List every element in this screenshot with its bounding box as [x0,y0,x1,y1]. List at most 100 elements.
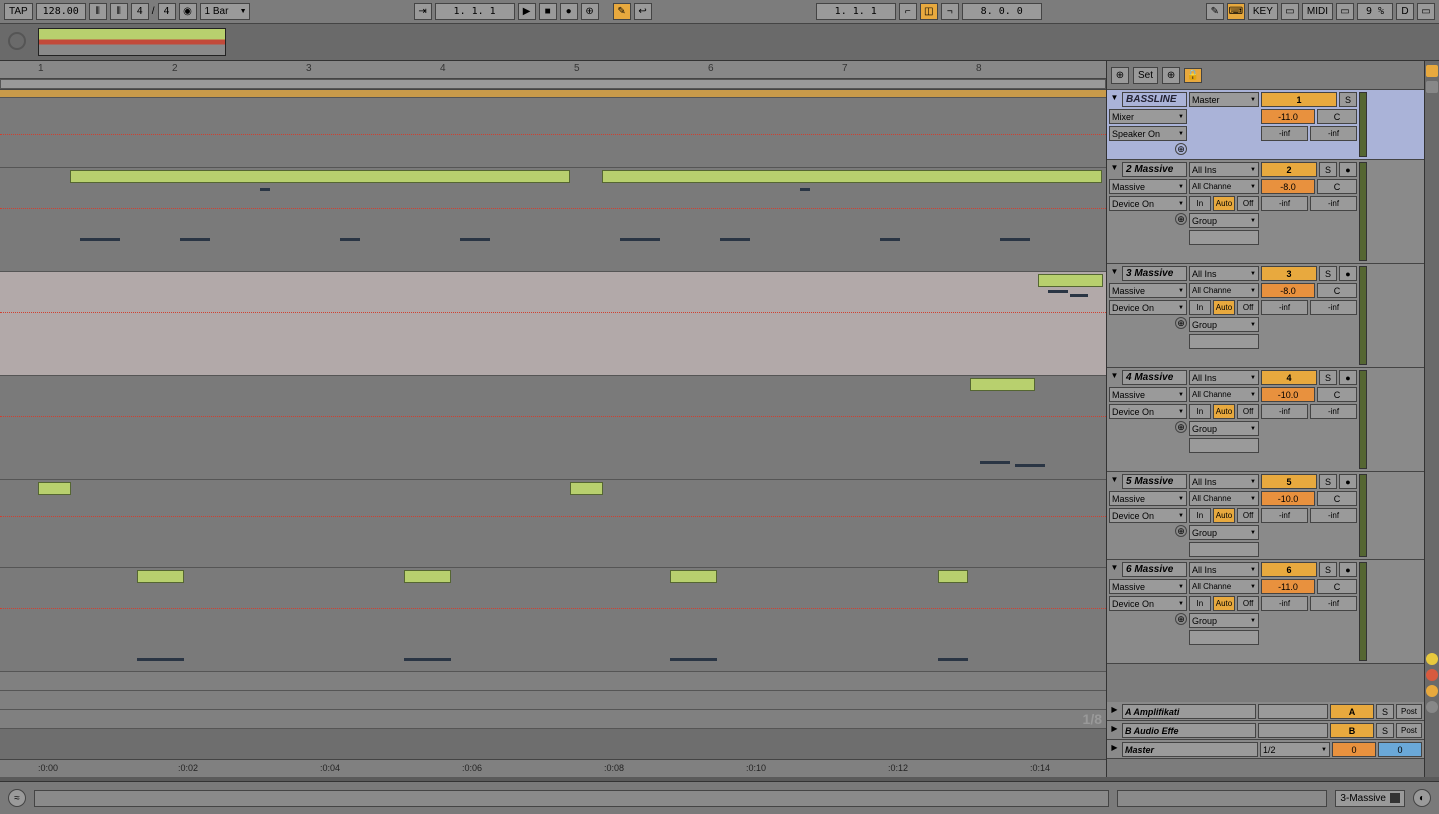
punch-in-button[interactable]: ⌐ [899,3,917,20]
follow-button[interactable]: ⇥ [414,3,432,20]
output-channel[interactable] [1189,334,1259,349]
monitor-auto-button[interactable]: Auto [1213,300,1235,315]
midi-clip[interactable] [938,570,968,583]
solo-button[interactable]: S [1319,562,1337,577]
track-title[interactable]: 5 Massive [1122,474,1187,489]
track-title[interactable]: 6 Massive [1122,562,1187,577]
send-a-value[interactable]: -inf [1261,404,1308,419]
disk-overload-button[interactable]: D [1396,3,1414,20]
track-title[interactable]: 2 Massive [1122,162,1187,177]
return-title[interactable]: A Amplifikati [1122,704,1256,719]
overview-region[interactable] [38,28,226,56]
arrangement-overview[interactable] [0,24,1439,61]
monitor-in-button[interactable]: In [1189,508,1211,523]
add-locator-button[interactable]: ⊕ [1111,67,1129,84]
monitor-auto-button[interactable]: Auto [1213,596,1235,611]
automation-arm-button[interactable]: ✎ [613,3,631,20]
monitor-auto-button[interactable]: Auto [1213,196,1235,211]
device-title-bar[interactable]: 3-Massive [1335,790,1405,807]
midi-clip[interactable] [38,482,71,495]
nudge-down-button[interactable]: ⦀ [89,3,107,20]
post-button[interactable]: Post [1396,723,1422,738]
draw-mode-button[interactable]: ✎ [1206,3,1224,20]
play-button[interactable]: ▶ [518,3,536,20]
solo-button[interactable]: S [1376,704,1394,719]
arm-button[interactable]: ● [1339,266,1357,281]
pan-value[interactable]: C [1317,179,1357,194]
tap-button[interactable]: TAP [4,3,33,20]
expand-arrow-icon[interactable]: ▶ [1109,704,1120,715]
input-channel-select[interactable]: All Channe [1189,179,1259,194]
midi-clip[interactable] [404,570,451,583]
monitor-in-button[interactable]: In [1189,196,1211,211]
monitor-auto-button[interactable]: Auto [1213,404,1235,419]
loop-start[interactable]: 1. 1. 1 [816,3,896,20]
track-title[interactable]: 3 Massive [1122,266,1187,281]
io-section-button[interactable] [1426,653,1438,665]
output-channel[interactable] [1189,630,1259,645]
lock-envelopes-button[interactable]: 🔒 [1184,68,1202,83]
show-hide-browser-button[interactable]: ≈ [8,789,26,807]
track-activator-button[interactable]: 2 [1261,162,1317,177]
timesig-numerator[interactable]: 4 [131,3,149,20]
arm-button[interactable]: ● [1339,370,1357,385]
send-b-value[interactable]: -inf [1310,508,1357,523]
send-b-value[interactable]: -inf [1310,596,1357,611]
send-a-value[interactable]: -inf [1261,508,1308,523]
delay-section-button[interactable] [1426,701,1438,713]
midi-map-button[interactable]: MIDI [1302,3,1333,20]
tempo-display[interactable]: 128.00 [36,3,86,20]
output-select[interactable]: Group [1189,213,1259,228]
device-select[interactable]: Massive [1109,283,1187,298]
show-hide-sends-button[interactable] [1426,81,1438,93]
volume-value[interactable]: -10.0 [1261,491,1315,506]
stop-button[interactable]: ■ [539,3,557,20]
post-button[interactable]: Post [1396,704,1422,719]
pan-value[interactable]: C [1317,283,1357,298]
monitor-off-button[interactable]: Off [1237,404,1259,419]
track-activator-button[interactable]: 3 [1261,266,1317,281]
send-b-value[interactable]: -inf [1310,126,1357,141]
arm-button[interactable]: ● [1339,162,1357,177]
metronome-button[interactable]: ◉ [179,3,197,20]
unfold-arrow-icon[interactable]: ▼ [1109,474,1120,485]
input-type-select[interactable]: All Ins [1189,266,1259,281]
midi-clip[interactable] [970,378,1035,391]
input-type-select[interactable]: All Ins [1189,562,1259,577]
monitor-in-button[interactable]: In [1189,596,1211,611]
track-activator-button[interactable]: 1 [1261,92,1337,107]
overdub-button[interactable]: ⊕ [581,3,599,20]
output-channel[interactable] [1189,230,1259,245]
input-type-select[interactable]: All Ins [1189,474,1259,489]
show-hide-io-button[interactable] [1426,65,1438,77]
pan-value[interactable]: C [1317,387,1357,402]
set-locator-button[interactable]: Set [1133,67,1158,84]
solo-button[interactable]: S [1319,162,1337,177]
returns-section-button[interactable] [1426,669,1438,681]
pan-value[interactable]: C [1317,109,1357,124]
send-b-value[interactable]: -inf [1310,196,1357,211]
overview-navigate-icon[interactable] [8,32,26,50]
master-title[interactable]: Master [1122,742,1258,757]
input-channel-select[interactable]: All Channe [1189,491,1259,506]
add-lane-button[interactable]: ⊕ [1175,213,1187,225]
track-activator-button[interactable]: 6 [1261,562,1317,577]
output-select[interactable]: Group [1189,525,1259,540]
input-channel-select[interactable]: All Channe [1189,579,1259,594]
monitor-in-button[interactable]: In [1189,404,1211,419]
input-type-select[interactable]: Master [1189,92,1259,107]
master-send-a[interactable]: 0 [1332,742,1376,757]
quantize-select[interactable]: 1 Bar [200,3,250,20]
add-lane-button[interactable]: ⊕ [1175,143,1187,155]
send-a-value[interactable]: -inf [1261,300,1308,315]
tracks-viewport[interactable]: 1/8 [0,90,1106,759]
midi-clip[interactable] [570,482,603,495]
return-activator[interactable]: A [1330,704,1374,719]
send-b-value[interactable]: -inf [1310,300,1357,315]
pan-value[interactable]: C [1317,491,1357,506]
volume-value[interactable]: -11.0 [1261,109,1315,124]
input-channel-select[interactable]: All Channe [1189,283,1259,298]
time-ruler[interactable]: :0:00 :0:02 :0:04 :0:06 :0:08 :0:10 :0:1… [0,759,1106,777]
reenable-automation-button[interactable]: ↩ [634,3,652,20]
beat-ruler[interactable]: 1 2 3 4 5 6 7 8 [0,61,1106,79]
